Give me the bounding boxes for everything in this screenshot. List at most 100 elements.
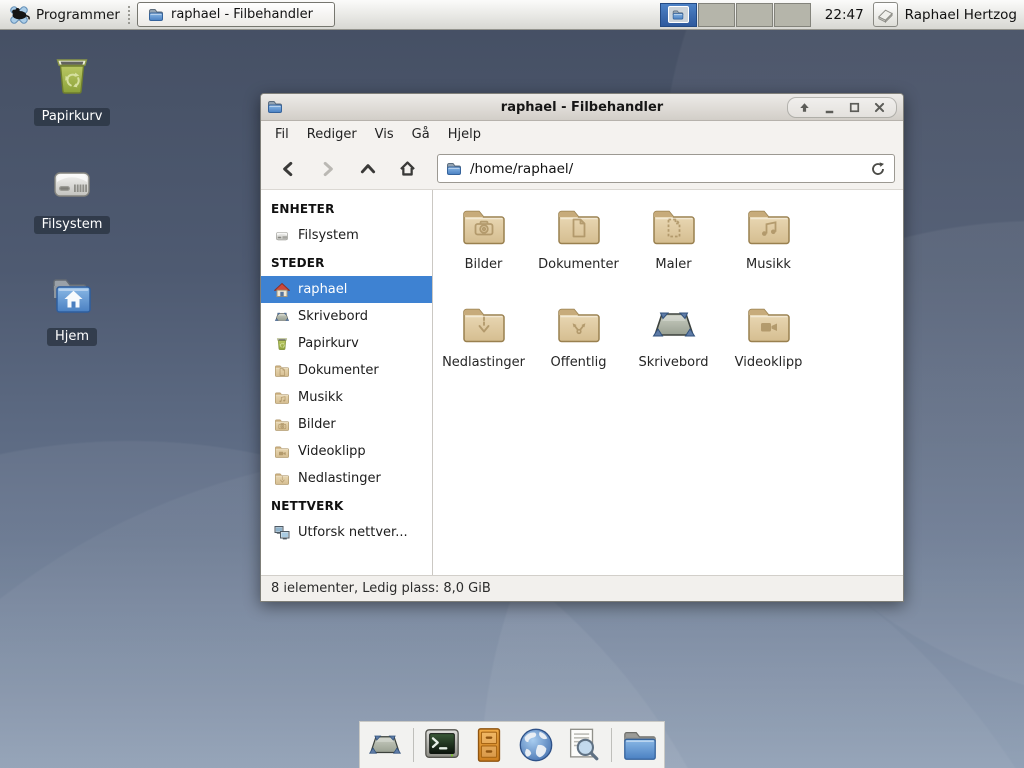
file-item-maler[interactable]: Maler (626, 203, 721, 272)
menu-file[interactable]: Fil (266, 123, 298, 146)
home-button[interactable] (389, 153, 426, 185)
workspace-3[interactable] (736, 3, 773, 27)
web-browser-launcher[interactable] (517, 726, 555, 764)
sidebar-item-music[interactable]: Musikk (261, 384, 432, 411)
folder-window-icon (148, 7, 164, 23)
shade-button[interactable] (797, 100, 812, 115)
file-cabinet-launcher[interactable] (470, 726, 508, 764)
show-desktop-button[interactable] (366, 726, 404, 764)
menu-help[interactable]: Hjelp (439, 123, 490, 146)
folder-video-icon (745, 301, 793, 349)
sidebar-item-trash[interactable]: Papirkurv (261, 330, 432, 357)
sidebar-item-filesystem[interactable]: Filsystem (261, 222, 432, 249)
location-folder-icon (446, 161, 462, 177)
trash-icon (274, 336, 290, 352)
location-path[interactable]: /home/raphael/ (470, 161, 862, 177)
workspace-1[interactable] (660, 3, 697, 27)
statusbar-text: 8 ielementer, Ledig plass: 8,0 GiB (271, 581, 491, 596)
dock-separator (611, 728, 612, 762)
toolbar: /home/raphael/ (261, 148, 903, 189)
statusbar: 8 ielementer, Ledig plass: 8,0 GiB (261, 575, 903, 601)
applications-menu-button[interactable]: Programmer (0, 0, 126, 29)
maximize-icon (847, 100, 862, 115)
sidebar-item-pictures[interactable]: Bilder (261, 411, 432, 438)
folder-icon (621, 726, 659, 764)
menu-view[interactable]: Vis (366, 123, 403, 146)
terminal-icon (423, 726, 461, 764)
harddisk-icon (48, 160, 96, 208)
arrow-up-icon (797, 100, 812, 115)
close-icon (872, 100, 887, 115)
dock (359, 721, 665, 768)
sidebar-item-documents[interactable]: Dokumenter (261, 357, 432, 384)
terminal-launcher[interactable] (423, 726, 461, 764)
folder-download-icon (460, 301, 508, 349)
folder-pictures-icon (274, 417, 290, 433)
forward-button[interactable] (309, 153, 346, 185)
maximize-button[interactable] (847, 100, 862, 115)
folder-launcher[interactable] (621, 726, 659, 764)
search-launcher[interactable] (564, 726, 602, 764)
xfce-logo-icon (8, 4, 30, 26)
file-item-musikk[interactable]: Musikk (721, 203, 816, 272)
home-icon (274, 282, 290, 298)
eraser-icon (876, 5, 895, 24)
sidebar-item-desktop[interactable]: Skrivebord (261, 303, 432, 330)
workspace-4[interactable] (774, 3, 811, 27)
workspace-2[interactable] (698, 3, 735, 27)
folder-camera-icon (460, 203, 508, 251)
file-item-videoklipp[interactable]: Videoklipp (721, 301, 816, 370)
trash-icon (48, 52, 96, 100)
folder-template-icon (650, 203, 698, 251)
panel-grip (128, 6, 132, 24)
titlebar[interactable]: raphael - Filbehandler (261, 94, 903, 121)
desktop-icon-filesystem[interactable]: Filsystem (32, 160, 112, 234)
sidebar-header-devices: ENHETER (261, 195, 432, 222)
window-controls (787, 97, 897, 118)
sidebar-header-places: STEDER (261, 249, 432, 276)
file-item-bilder[interactable]: Bilder (436, 203, 531, 272)
close-button[interactable] (872, 100, 887, 115)
location-bar[interactable]: /home/raphael/ (437, 154, 895, 183)
desktop-icon (650, 301, 698, 349)
menu-go[interactable]: Gå (403, 123, 439, 146)
file-item-dokumenter[interactable]: Dokumenter (531, 203, 626, 272)
menu-edit[interactable]: Rediger (298, 123, 366, 146)
user-action-button[interactable] (873, 2, 898, 27)
harddisk-icon (274, 228, 290, 244)
desktop-icon-home[interactable]: Hjem (32, 272, 112, 346)
forward-icon (319, 160, 337, 178)
folder-share-icon (555, 301, 603, 349)
home-nav-icon (398, 159, 417, 178)
taskbar-window-label: raphael - Filbehandler (171, 7, 313, 22)
folder-videos-icon (274, 444, 290, 460)
sidebar-item-videos[interactable]: Videoklipp (261, 438, 432, 465)
minimize-icon (822, 100, 837, 115)
sidebar-item-raphael[interactable]: raphael (261, 276, 432, 303)
minimize-button[interactable] (822, 100, 837, 115)
dock-separator (413, 728, 414, 762)
web-browser-icon (517, 726, 555, 764)
file-item-nedlastinger[interactable]: Nedlastinger (436, 301, 531, 370)
user-name: Raphael Hertzog (905, 7, 1017, 23)
file-list: Bilder Dokumenter Maler Musikk Nedlastin… (433, 190, 903, 575)
sidebar-item-downloads[interactable]: Nedlastinger (261, 465, 432, 492)
desktop-icon-label: Papirkurv (34, 108, 111, 126)
show-desktop-icon (367, 727, 403, 763)
desktop-icon (274, 309, 290, 325)
sidebar-item-browse-network[interactable]: Utforsk nettver... (261, 519, 432, 546)
reload-icon[interactable] (870, 161, 886, 177)
desktop-icon-label: Hjem (47, 328, 97, 346)
sidebar-header-network: NETTVERK (261, 492, 432, 519)
network-icon (274, 525, 290, 541)
up-icon (359, 160, 377, 178)
taskbar-window-button[interactable]: raphael - Filbehandler (137, 2, 335, 27)
up-button[interactable] (349, 153, 386, 185)
desktop-icon-trash[interactable]: Papirkurv (32, 52, 112, 126)
back-button[interactable] (269, 153, 306, 185)
file-item-skrivebord[interactable]: Skrivebord (626, 301, 721, 370)
clock[interactable]: 22:47 (825, 7, 864, 23)
folder-document-icon (555, 203, 603, 251)
document-search-icon (564, 726, 602, 764)
file-item-offentlig[interactable]: Offentlig (531, 301, 626, 370)
